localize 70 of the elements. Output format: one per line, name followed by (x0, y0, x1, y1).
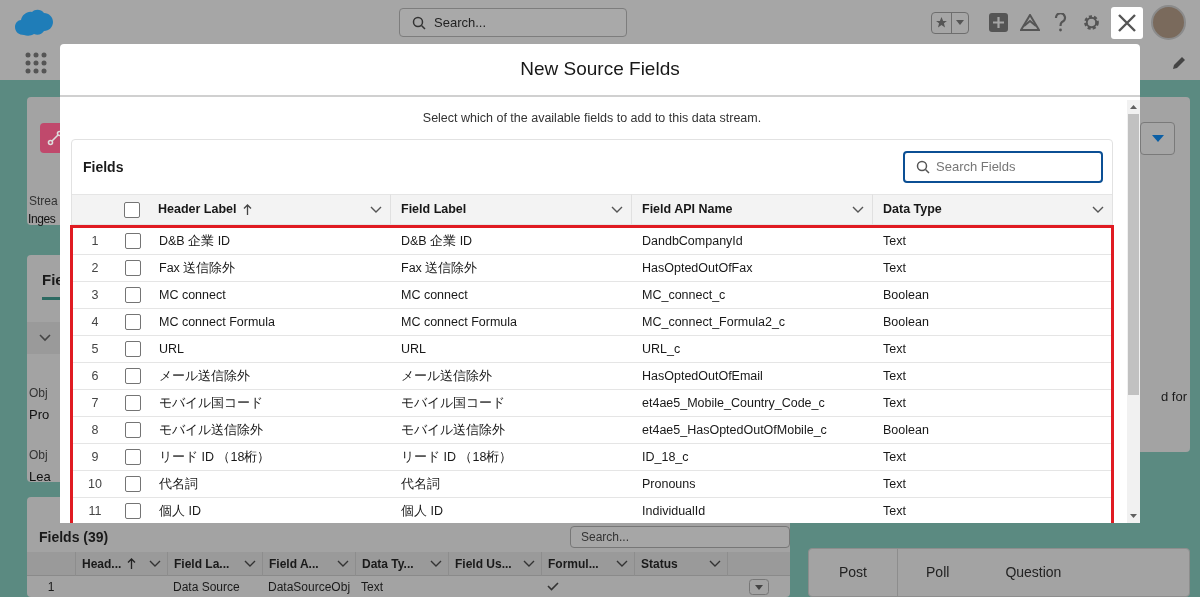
row-number: 4 (73, 309, 117, 336)
table-cell: 代名詞 (149, 471, 391, 498)
table-cell-text: DataSourceObj (267, 578, 352, 596)
table-cell: MC connect Formula (149, 309, 391, 336)
table-cell: MC connect Formula (391, 309, 632, 336)
row-number: 6 (73, 363, 117, 390)
row-number: 11 (73, 498, 117, 523)
field-label: Strea (29, 193, 58, 210)
table-cell: MC_connect_c (632, 282, 873, 309)
field-value: Pro (29, 405, 50, 424)
table-cell: モバイル送信除外 (391, 417, 632, 444)
table-cell: 個人 ID (149, 498, 391, 523)
table-cell: et4ae5_Mobile_Country_Code_c (632, 390, 873, 417)
table-cell: 個人 ID (391, 498, 632, 523)
modal-description: Select which of the available fields to add to this data stream. (421, 110, 763, 127)
table-cell: D&B 企業 ID (149, 228, 391, 255)
row-number: 5 (73, 336, 117, 363)
table-cell: Boolean (873, 417, 1111, 444)
table-cell: et4ae5_HasOptedOutOfMobile_c (632, 417, 873, 444)
table-cell: MC connect (149, 282, 391, 309)
table-cell: HasOptedOutOfEmail (632, 363, 873, 390)
modal-title: New Source Fields (60, 44, 1140, 97)
table-cell: モバイル国コード (391, 390, 632, 417)
table-cell: Text (873, 390, 1111, 417)
field-value: Lea (29, 468, 51, 486)
table-cell: URL (149, 336, 391, 363)
table-cell: メール送信除外 (391, 363, 632, 390)
table-cell-text: Text (360, 578, 384, 596)
table-cell: 代名詞 (391, 471, 632, 498)
table-cell: リード ID （18桁） (391, 444, 632, 471)
table-cell: MC_connect_Formula2_c (632, 309, 873, 336)
field-value: Inges (28, 211, 56, 228)
row-number: 8 (73, 417, 117, 444)
table-cell: MC connect (391, 282, 632, 309)
field-label: Obj (29, 447, 48, 464)
table-cell: Text (873, 471, 1111, 498)
field-label: Obj (29, 384, 48, 402)
table-cell: DandbCompanyId (632, 228, 873, 255)
table-cell: Text (873, 498, 1111, 523)
table-cell: Pronouns (632, 471, 873, 498)
row-number: 7 (73, 390, 117, 417)
table-cell: URL (391, 336, 632, 363)
table-cell: モバイル国コード (149, 390, 391, 417)
row-number: 9 (73, 444, 117, 471)
table-cell: リード ID （18桁） (149, 444, 391, 471)
table-cell: Text (873, 228, 1111, 255)
table-cell: Boolean (873, 282, 1111, 309)
table-cell: IndividualId (632, 498, 873, 523)
row-number: 10 (73, 471, 117, 498)
table-cell: Boolean (873, 309, 1111, 336)
table-cell: モバイル送信除外 (149, 417, 391, 444)
table-cell: HasOptedOutOfFax (632, 255, 873, 282)
row-number: 1 (73, 228, 117, 255)
table-cell: Fax 送信除外 (391, 255, 632, 282)
table-cell: メール送信除外 (149, 363, 391, 390)
table-cell: Text (873, 336, 1111, 363)
table-cell: Fax 送信除外 (149, 255, 391, 282)
table-cell: Text (873, 363, 1111, 390)
row-number: 2 (73, 255, 117, 282)
card-title: Fields (39) (39, 527, 109, 547)
row-number: 3 (73, 282, 117, 309)
table-cell: D&B 企業 ID (391, 228, 632, 255)
table-cell: URL_c (632, 336, 873, 363)
panel-title: Fields (83, 157, 124, 177)
side-text: d for (1161, 388, 1187, 406)
table-cell: Text (873, 255, 1111, 282)
table-cell: ID_18_c (632, 444, 873, 471)
table-cell: Text (873, 444, 1111, 471)
table-cell-text: 1 (46, 578, 56, 596)
table-cell-text: Data Source (172, 578, 241, 596)
